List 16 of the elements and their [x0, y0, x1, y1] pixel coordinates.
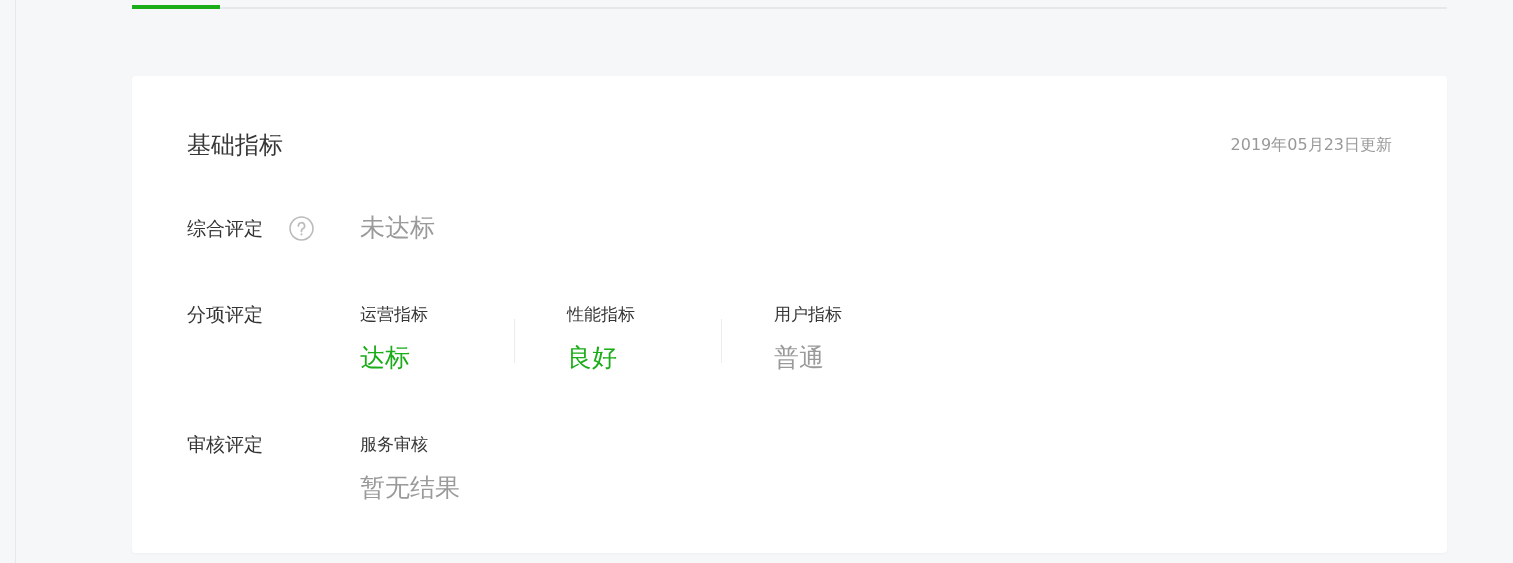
update-date: 2019年05月23日更新	[1230, 134, 1392, 156]
rating-value: 良好	[567, 342, 618, 374]
tab-indicator[interactable]	[132, 5, 220, 9]
card-title: 基础指标	[187, 130, 283, 160]
row-label: 审核评定	[187, 433, 263, 455]
metric-label: 性能指标	[567, 303, 636, 325]
rating-value: 达标	[360, 342, 411, 374]
rating-value: 暂无结果	[360, 472, 461, 504]
metric-label: 服务审核	[360, 433, 429, 455]
help-icon[interactable]	[289, 215, 314, 241]
row-label: 综合评定	[187, 216, 263, 241]
rating-value: 未达标	[360, 213, 435, 243]
row-label: 分项评定	[187, 303, 263, 325]
metric-label: 运营指标	[360, 303, 429, 325]
metric-label: 用户指标	[774, 303, 843, 325]
rating-value: 普通	[774, 342, 825, 374]
